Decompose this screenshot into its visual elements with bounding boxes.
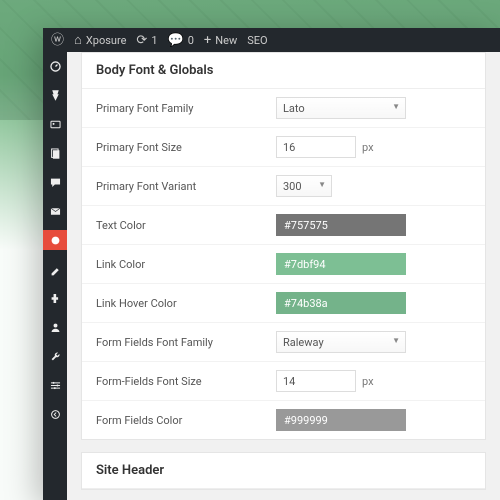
users-icon[interactable] bbox=[43, 317, 67, 337]
row-link-color: Link Color #7dbf94 bbox=[82, 245, 485, 284]
row-link-hover-color: Link Hover Color #74b38a bbox=[82, 284, 485, 323]
primary-font-variant-select[interactable]: 300 bbox=[276, 175, 332, 197]
label: Primary Font Size bbox=[96, 141, 276, 154]
link-color-swatch[interactable]: #7dbf94 bbox=[276, 253, 406, 275]
row-primary-font-variant: Primary Font Variant 300 bbox=[82, 167, 485, 206]
settings-icon[interactable] bbox=[43, 375, 67, 395]
comments-link[interactable]: 💬0 bbox=[168, 34, 194, 47]
updates-link[interactable]: ⟳1 bbox=[136, 34, 157, 47]
tools-icon[interactable] bbox=[43, 346, 67, 366]
form-font-size-input[interactable] bbox=[276, 370, 356, 392]
label: Primary Font Variant bbox=[96, 180, 276, 193]
label: Text Color bbox=[96, 219, 276, 232]
site-header-panel: Site Header bbox=[81, 452, 486, 490]
comments-icon[interactable] bbox=[43, 172, 67, 192]
pages-icon[interactable] bbox=[43, 143, 67, 163]
text-color-swatch[interactable]: #757575 bbox=[276, 214, 406, 236]
site-name: Xposure bbox=[86, 34, 127, 47]
site-link[interactable]: ⌂ Xposure bbox=[74, 34, 126, 47]
label: Link Hover Color bbox=[96, 297, 276, 310]
row-primary-font-family: Primary Font Family Lato bbox=[82, 89, 485, 128]
plugins-icon[interactable] bbox=[43, 288, 67, 308]
settings-content: Body Font & Globals Primary Font Family … bbox=[67, 52, 500, 500]
label: Form Fields Color bbox=[96, 414, 276, 427]
plus-icon: + bbox=[204, 34, 211, 47]
admin-body: Body Font & Globals Primary Font Family … bbox=[43, 52, 500, 500]
admin-sidebar bbox=[43, 52, 67, 500]
home-icon: ⌂ bbox=[74, 34, 82, 47]
comment-icon: 💬 bbox=[168, 34, 184, 47]
collapse-icon[interactable] bbox=[43, 404, 67, 424]
row-primary-font-size: Primary Font Size px bbox=[82, 128, 485, 167]
panel-title: Body Font & Globals bbox=[82, 53, 485, 89]
unit: px bbox=[362, 141, 374, 154]
panel-title: Site Header bbox=[82, 453, 485, 489]
seo-link[interactable]: SEO bbox=[247, 34, 267, 47]
form-fields-color-swatch[interactable]: #999999 bbox=[276, 409, 406, 431]
admin-topbar: ⓦ ⌂ Xposure ⟳1 💬0 +New SEO bbox=[43, 28, 500, 52]
primary-font-size-input[interactable] bbox=[276, 136, 356, 158]
row-form-font-size: Form-Fields Font Size px bbox=[82, 362, 485, 401]
media-icon[interactable] bbox=[43, 114, 67, 134]
row-form-font-family: Form Fields Font Family Raleway bbox=[82, 323, 485, 362]
row-form-fields-color: Form Fields Color #999999 bbox=[82, 401, 485, 439]
active-menu-icon[interactable] bbox=[43, 230, 67, 250]
primary-font-family-select[interactable]: Lato bbox=[276, 97, 406, 119]
appearance-icon[interactable] bbox=[43, 259, 67, 279]
label: Link Color bbox=[96, 258, 276, 271]
refresh-icon: ⟳ bbox=[136, 34, 147, 47]
unit: px bbox=[362, 375, 374, 388]
label: Primary Font Family bbox=[96, 102, 276, 115]
label: Form-Fields Font Size bbox=[96, 375, 276, 388]
admin-window: ⓦ ⌂ Xposure ⟳1 💬0 +New SEO Body Font & Gl… bbox=[43, 28, 500, 500]
row-text-color: Text Color #757575 bbox=[82, 206, 485, 245]
new-link[interactable]: +New bbox=[204, 34, 237, 47]
form-font-family-select[interactable]: Raleway bbox=[276, 331, 406, 353]
mail-icon[interactable] bbox=[43, 201, 67, 221]
body-font-panel: Body Font & Globals Primary Font Family … bbox=[81, 52, 486, 440]
label: Form Fields Font Family bbox=[96, 336, 276, 349]
link-hover-color-swatch[interactable]: #74b38a bbox=[276, 292, 406, 314]
dashboard-icon[interactable] bbox=[43, 56, 67, 76]
wp-logo[interactable]: ⓦ bbox=[51, 34, 64, 47]
pin-icon[interactable] bbox=[43, 85, 67, 105]
